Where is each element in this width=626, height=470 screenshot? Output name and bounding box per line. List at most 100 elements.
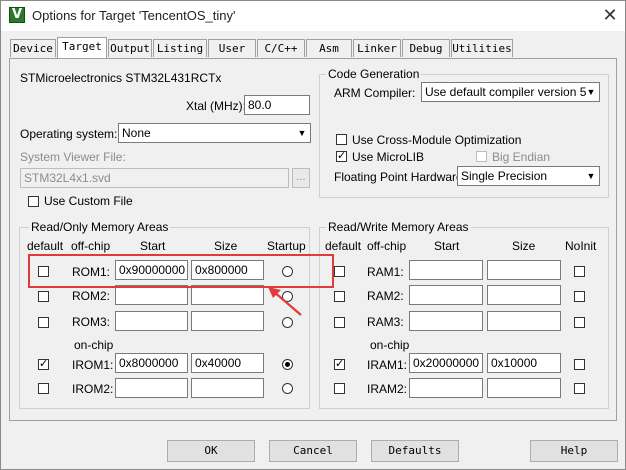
iram1-label: IRAM1: <box>367 358 408 372</box>
xtal-input[interactable]: 80.0 <box>244 95 310 115</box>
annotation-highlight-box <box>28 254 334 288</box>
rom-header-offchip: off-chip <box>71 239 111 253</box>
rom-header-startup: Startup <box>267 239 306 253</box>
window-title: Options for Target 'TencentOS_tiny' <box>32 8 236 23</box>
iram2-size-input[interactable] <box>487 378 561 398</box>
fpu-select-value: Single Precision <box>461 169 548 183</box>
irom1-start-input[interactable]: 0x8000000 <box>115 353 188 373</box>
svd-file-field[interactable]: STM32L4x1.svd <box>20 168 289 188</box>
irom1-startup-radio[interactable] <box>282 359 293 370</box>
svd-browse-button[interactable]: ... <box>292 168 310 188</box>
iram2-start-input[interactable] <box>409 378 483 398</box>
rom3-default-checkbox[interactable] <box>38 317 49 328</box>
irom2-start-input[interactable] <box>115 378 188 398</box>
ram-header-size: Size <box>512 239 536 253</box>
ram3-label: RAM3: <box>367 315 404 329</box>
iram2-noinit-checkbox[interactable] <box>574 383 585 394</box>
irom1-label: IROM1: <box>72 358 114 372</box>
tab-utilities[interactable]: Utilities <box>451 39 513 57</box>
iram1-start-input[interactable]: 0x20000000 <box>409 353 483 373</box>
ram3-noinit-checkbox[interactable] <box>574 317 585 328</box>
ram-header-start: Start <box>434 239 460 253</box>
rom-group-title: Read/Only Memory Areas <box>29 220 171 234</box>
chevron-down-icon: ▼ <box>586 171 596 181</box>
iram2-label: IRAM2: <box>367 382 408 396</box>
ram-header-noinit: NoInit <box>565 239 597 253</box>
tab-linker[interactable]: Linker <box>353 39 401 57</box>
svd-label: System Viewer File: <box>20 150 126 164</box>
fpu-select[interactable]: Single Precision ▼ <box>457 166 600 186</box>
irom1-default-checkbox[interactable]: ✓ <box>38 357 49 370</box>
ram2-noinit-checkbox[interactable] <box>574 291 585 302</box>
arm-compiler-select[interactable]: Use default compiler version 5 ▼ <box>421 82 600 102</box>
iram2-default-checkbox[interactable] <box>334 383 345 394</box>
rom3-size-input[interactable] <box>191 311 264 331</box>
arm-compiler-label: ARM Compiler: <box>334 86 416 100</box>
rom2-default-checkbox[interactable] <box>38 291 49 302</box>
big-endian-checkbox[interactable] <box>476 151 487 162</box>
ram2-default-checkbox[interactable] <box>334 291 345 302</box>
ram1-label: RAM1: <box>367 265 404 279</box>
ram-onchip-label: on-chip <box>370 338 410 352</box>
os-select[interactable]: None ▼ <box>118 123 311 143</box>
rom-onchip-label: on-chip <box>74 338 114 352</box>
ram-header-default: default <box>325 239 362 253</box>
ok-button[interactable]: OK <box>167 440 255 462</box>
chevron-down-icon: ▼ <box>586 87 596 97</box>
tab-c-cpp[interactable]: C/C++ <box>257 39 305 57</box>
rom2-size-input[interactable] <box>191 285 264 305</box>
defaults-button[interactable]: Defaults <box>371 440 459 462</box>
ram-group-title: Read/Write Memory Areas <box>326 220 471 234</box>
close-icon[interactable]: ✕ <box>599 5 621 27</box>
uvision-icon: V <box>9 7 25 23</box>
cross-module-checkbox[interactable] <box>336 134 347 145</box>
iram1-noinit-checkbox[interactable] <box>574 359 585 370</box>
microlib-label: Use MicroLIB <box>352 150 425 164</box>
irom2-default-checkbox[interactable] <box>38 383 49 394</box>
ram1-size-input[interactable] <box>487 260 561 280</box>
ram1-noinit-checkbox[interactable] <box>574 266 585 277</box>
annotation-arrow-icon <box>268 287 302 316</box>
tab-asm[interactable]: Asm <box>306 39 352 57</box>
rom3-start-input[interactable] <box>115 311 188 331</box>
iram1-size-input[interactable]: 0x10000 <box>487 353 561 373</box>
ram1-start-input[interactable] <box>409 260 483 280</box>
big-endian-label: Big Endian <box>492 150 551 164</box>
ram2-start-input[interactable] <box>409 285 483 305</box>
tab-debug[interactable]: Debug <box>402 39 450 57</box>
rom3-label: ROM3: <box>72 315 111 329</box>
tab-listing[interactable]: Listing <box>153 39 207 57</box>
ram3-default-checkbox[interactable] <box>334 317 345 328</box>
irom2-startup-radio[interactable] <box>282 383 293 394</box>
os-label: Operating system: <box>20 127 118 141</box>
help-button[interactable]: Help <box>530 440 618 462</box>
tab-bar: Device Target Output Listing User C/C++ … <box>1 37 625 59</box>
irom2-label: IROM2: <box>72 382 114 396</box>
ram3-start-input[interactable] <box>409 311 483 331</box>
rom-header-start: Start <box>140 239 166 253</box>
cancel-button[interactable]: Cancel <box>269 440 357 462</box>
ram1-default-checkbox[interactable] <box>334 266 345 277</box>
code-generation-title: Code Generation <box>326 67 422 81</box>
tab-user[interactable]: User <box>208 39 256 57</box>
options-dialog: V Options for Target 'TencentOS_tiny' ✕ … <box>0 0 626 470</box>
xtal-label: Xtal (MHz): <box>186 99 246 113</box>
title-bar: V Options for Target 'TencentOS_tiny' ✕ <box>1 1 625 31</box>
irom2-size-input[interactable] <box>191 378 264 398</box>
rom-header-size: Size <box>214 239 238 253</box>
irom1-size-input[interactable]: 0x40000 <box>191 353 264 373</box>
os-select-value: None <box>122 126 151 140</box>
chevron-down-icon: ▼ <box>297 128 307 138</box>
iram1-default-checkbox[interactable]: ✓ <box>334 357 345 370</box>
use-custom-file-checkbox[interactable] <box>28 196 39 207</box>
device-name: STMicroelectronics STM32L431RCTx <box>20 71 222 85</box>
rom2-start-input[interactable] <box>115 285 188 305</box>
arm-compiler-value: Use default compiler version 5 <box>425 85 587 99</box>
ram3-size-input[interactable] <box>487 311 561 331</box>
tab-device[interactable]: Device <box>10 39 56 57</box>
microlib-checkbox[interactable]: ✓ <box>336 149 347 162</box>
tab-output[interactable]: Output <box>108 39 152 57</box>
ram2-size-input[interactable] <box>487 285 561 305</box>
tab-target[interactable]: Target <box>57 37 107 58</box>
cross-module-label: Use Cross-Module Optimization <box>352 133 522 147</box>
